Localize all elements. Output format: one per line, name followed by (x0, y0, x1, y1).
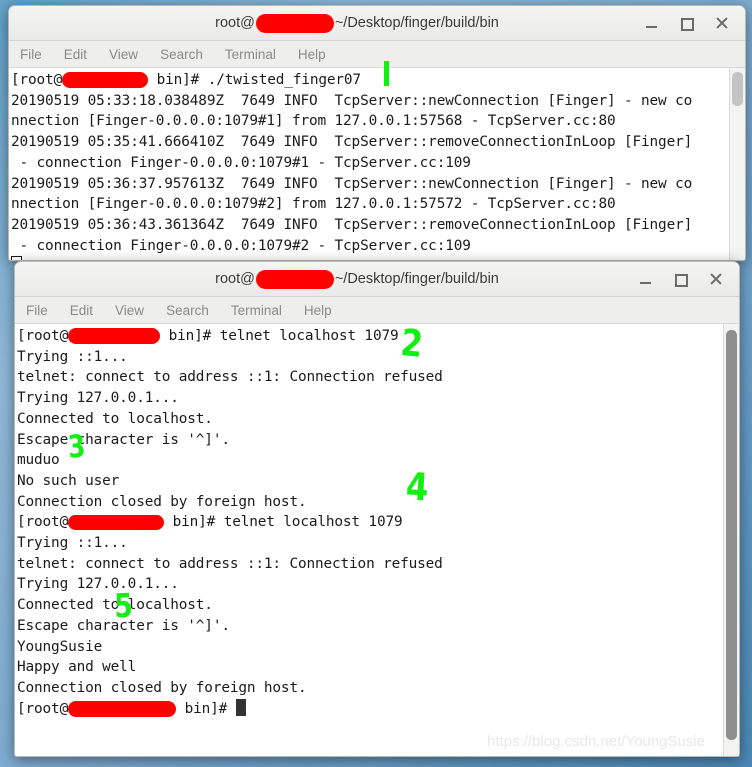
terminal-line: 20190519 05:36:37.957613Z 7649 INFO TcpS… (11, 175, 693, 192)
prompt-command: bin]# (176, 700, 236, 717)
maximize-icon[interactable] (674, 273, 688, 287)
redacted-hostname (68, 700, 177, 717)
terminal-line: 20190519 05:33:18.038489Z 7649 INFO TcpS… (11, 92, 693, 109)
menu-item-search[interactable]: Search (166, 303, 209, 318)
terminal-line: [root@ bin]# telnet localhost 1079 (17, 326, 723, 347)
titlebar-top[interactable]: root@ ~/Desktop/finger/build/bin (9, 6, 745, 41)
maximize-icon[interactable] (680, 17, 694, 31)
menu-item-edit[interactable]: Edit (70, 303, 93, 318)
window-title-path: ~/Desktop/finger/build/bin (334, 271, 499, 287)
terminal-line-cursor (11, 256, 729, 260)
terminal-line: Escape character is '^]'. (17, 431, 230, 448)
menu-item-file[interactable]: File (26, 303, 48, 318)
terminal-line-prompt: [root@ bin]# (17, 698, 723, 720)
redacted-hostname (68, 328, 161, 344)
scrollbar-thumb[interactable] (732, 72, 743, 106)
prompt-command: bin]# ./twisted_finger07 (148, 72, 362, 88)
terminal-text-area-bottom[interactable]: [root@ bin]# telnet localhost 1079 Tryin… (15, 324, 723, 756)
menubar-bottom[interactable]: File Edit View Search Terminal Help (15, 297, 739, 324)
terminal-line: nnection [Finger-0.0.0.0:1079#1] from 12… (11, 113, 616, 130)
terminal-line: Connected to localhost. (17, 410, 213, 427)
menubar-top[interactable]: File Edit View Search Terminal Help (9, 41, 745, 68)
menu-item-search[interactable]: Search (160, 47, 203, 62)
redacted-hostname (255, 13, 334, 33)
prompt-prefix: [root@ (17, 328, 69, 344)
terminal-line: Trying 127.0.0.1... (17, 390, 179, 407)
terminal-window-top[interactable]: root@ ~/Desktop/finger/build/bin File Edi… (8, 5, 746, 261)
window-controls-top[interactable] (645, 17, 745, 31)
terminal-text-area-top[interactable]: [root@ bin]# ./twisted_finger07 20190519… (9, 68, 729, 260)
terminal-output-top[interactable]: [root@ bin]# ./twisted_finger07 20190519… (9, 68, 745, 260)
terminal-line: 20190519 05:35:41.666410Z 7649 INFO TcpS… (11, 134, 693, 151)
menu-item-help[interactable]: Help (298, 47, 326, 62)
terminal-line: - connection Finger-0.0.0.0:1079#1 - Tcp… (11, 154, 471, 171)
terminal-line: - connection Finger-0.0.0.0:1079#2 - Tcp… (11, 237, 471, 254)
menu-item-view[interactable]: View (115, 303, 144, 318)
terminal-line: YoungSusie (17, 638, 103, 655)
terminal-line: Trying ::1... (17, 348, 128, 365)
terminal-line: No such user (17, 472, 120, 489)
window-title-prefix: root@ (215, 271, 255, 287)
terminal-line: Connected to localhost. (17, 597, 213, 614)
terminal-line: nnection [Finger-0.0.0.0:1079#2] from 12… (11, 196, 616, 213)
terminal-line: [root@ bin]# ./twisted_finger07 (11, 70, 729, 91)
terminal-line: [root@ bin]# telnet localhost 1079 (17, 512, 723, 533)
prompt-command: bin]# telnet localhost 1079 (164, 514, 403, 531)
window-title-bottom: root@ ~/Desktop/finger/build/bin (15, 269, 639, 289)
terminal-line: telnet: connect to address ::1: Connecti… (17, 555, 443, 572)
prompt-prefix: [root@ (17, 700, 69, 717)
close-icon[interactable] (709, 273, 722, 286)
titlebar-bottom[interactable]: root@ ~/Desktop/finger/build/bin (15, 262, 739, 297)
menu-item-file[interactable]: File (20, 47, 42, 62)
minimize-icon[interactable] (645, 17, 658, 30)
menu-item-edit[interactable]: Edit (64, 47, 87, 62)
window-title-prefix: root@ (215, 15, 255, 31)
terminal-output-bottom[interactable]: [root@ bin]# telnet localhost 1079 Tryin… (15, 324, 739, 756)
terminal-window-bottom[interactable]: root@ ~/Desktop/finger/build/bin File Edi… (14, 261, 740, 757)
terminal-cursor-inactive (11, 256, 22, 260)
terminal-line: muduo (17, 452, 60, 469)
scrollbar-bottom[interactable] (723, 324, 739, 756)
close-icon[interactable] (715, 17, 728, 30)
window-controls-bottom[interactable] (639, 273, 739, 287)
menu-item-terminal[interactable]: Terminal (225, 47, 276, 62)
terminal-line: telnet: connect to address ::1: Connecti… (17, 369, 443, 386)
terminal-line: Trying ::1... (17, 535, 128, 552)
terminal-cursor-active (235, 698, 246, 716)
menu-item-terminal[interactable]: Terminal (231, 303, 282, 318)
redacted-hostname (255, 269, 334, 289)
terminal-line: Connection closed by foreign host. (17, 679, 307, 696)
window-title-path: ~/Desktop/finger/build/bin (334, 15, 499, 31)
scrollbar-top[interactable] (729, 68, 745, 260)
redacted-hostname (68, 514, 165, 530)
prompt-command: bin]# telnet localhost 1079 (160, 328, 399, 344)
terminal-line: Trying 127.0.0.1... (17, 576, 179, 593)
menu-item-view[interactable]: View (109, 47, 138, 62)
watermark: https://blog.csdn.net/YoungSusie (487, 733, 705, 750)
terminal-line: Happy and well (17, 659, 137, 676)
prompt-prefix: [root@ (17, 514, 69, 531)
terminal-line: 20190519 05:36:43.361364Z 7649 INFO TcpS… (11, 216, 693, 233)
redacted-hostname (62, 72, 149, 88)
window-title-top: root@ ~/Desktop/finger/build/bin (9, 13, 645, 33)
scrollbar-thumb[interactable] (726, 330, 737, 740)
terminal-line: Connection closed by foreign host. (17, 493, 307, 510)
terminal-line: Escape character is '^]'. (17, 617, 230, 634)
prompt-prefix: [root@ (11, 72, 63, 88)
minimize-icon[interactable] (639, 273, 652, 286)
menu-item-help[interactable]: Help (304, 303, 332, 318)
